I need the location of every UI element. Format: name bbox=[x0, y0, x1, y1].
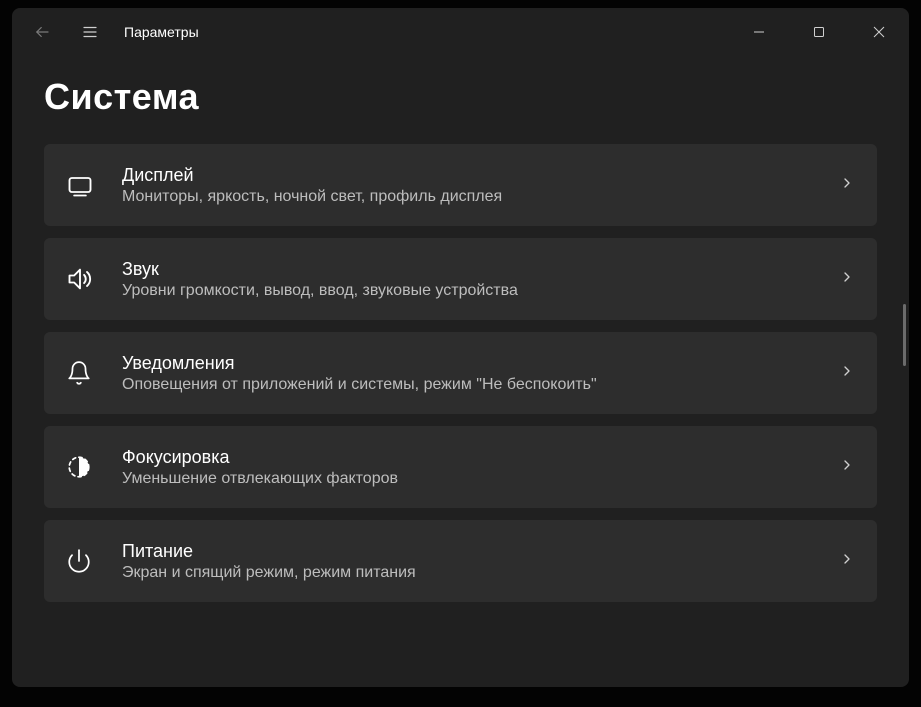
chevron-right-icon bbox=[839, 363, 855, 384]
item-text: Фокусировка Уменьшение отвлекающих факто… bbox=[108, 447, 839, 488]
item-desc: Уровни громкости, вывод, ввод, звуковые … bbox=[122, 282, 839, 300]
arrow-left-icon bbox=[33, 23, 51, 41]
chevron-right-icon bbox=[839, 551, 855, 572]
titlebar-left: Параметры bbox=[20, 12, 729, 52]
item-text: Питание Экран и спящий режим, режим пита… bbox=[108, 541, 839, 582]
item-sound[interactable]: Звук Уровни громкости, вывод, ввод, звук… bbox=[44, 238, 877, 320]
app-title: Параметры bbox=[124, 24, 199, 40]
menu-button[interactable] bbox=[68, 12, 112, 52]
maximize-icon bbox=[813, 26, 825, 38]
minimize-button[interactable] bbox=[729, 12, 789, 52]
item-title: Дисплей bbox=[122, 165, 839, 186]
item-power[interactable]: Питание Экран и спящий режим, режим пита… bbox=[44, 520, 877, 602]
focus-icon bbox=[66, 454, 108, 480]
item-focus[interactable]: Фокусировка Уменьшение отвлекающих факто… bbox=[44, 426, 877, 508]
close-button[interactable] bbox=[849, 12, 909, 52]
chevron-right-icon bbox=[839, 175, 855, 196]
item-notifications[interactable]: Уведомления Оповещения от приложений и с… bbox=[44, 332, 877, 414]
item-desc: Уменьшение отвлекающих факторов bbox=[122, 470, 839, 488]
scrollbar-thumb[interactable] bbox=[903, 304, 906, 366]
item-title: Фокусировка bbox=[122, 447, 839, 468]
settings-list: Дисплей Мониторы, яркость, ночной свет, … bbox=[44, 144, 877, 602]
item-display[interactable]: Дисплей Мониторы, яркость, ночной свет, … bbox=[44, 144, 877, 226]
item-title: Питание bbox=[122, 541, 839, 562]
bell-icon bbox=[66, 360, 108, 386]
item-title: Звук bbox=[122, 259, 839, 280]
back-button[interactable] bbox=[20, 12, 64, 52]
window-controls bbox=[729, 12, 909, 52]
sound-icon bbox=[66, 265, 108, 293]
item-title: Уведомления bbox=[122, 353, 839, 374]
item-desc: Мониторы, яркость, ночной свет, профиль … bbox=[122, 188, 839, 206]
chevron-right-icon bbox=[839, 269, 855, 290]
content: Система Дисплей Мониторы, яркость, ночно… bbox=[12, 56, 909, 687]
display-icon bbox=[66, 171, 108, 199]
minimize-icon bbox=[753, 26, 765, 38]
item-text: Уведомления Оповещения от приложений и с… bbox=[108, 353, 839, 394]
power-icon bbox=[66, 548, 108, 574]
chevron-right-icon bbox=[839, 457, 855, 478]
close-icon bbox=[873, 26, 885, 38]
item-text: Дисплей Мониторы, яркость, ночной свет, … bbox=[108, 165, 839, 206]
item-desc: Экран и спящий режим, режим питания bbox=[122, 564, 839, 582]
item-text: Звук Уровни громкости, вывод, ввод, звук… bbox=[108, 259, 839, 300]
item-desc: Оповещения от приложений и системы, режи… bbox=[122, 376, 839, 394]
maximize-button[interactable] bbox=[789, 12, 849, 52]
page-title: Система bbox=[44, 76, 877, 118]
titlebar: Параметры bbox=[12, 8, 909, 56]
settings-window: Параметры Система Дисплей bbox=[12, 8, 909, 687]
hamburger-icon bbox=[81, 23, 99, 41]
